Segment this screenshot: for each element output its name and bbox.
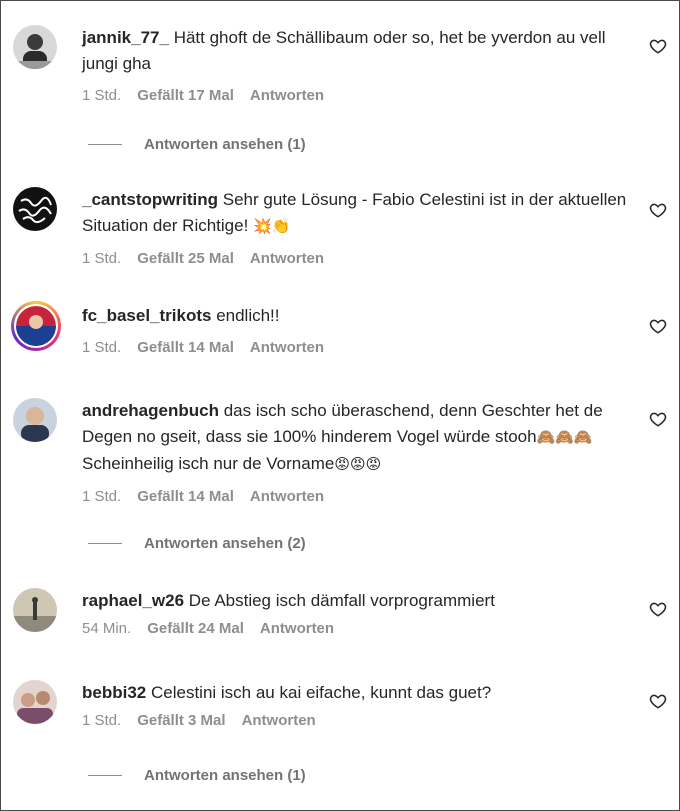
- reply-button[interactable]: Antworten: [250, 87, 324, 104]
- likes-count[interactable]: Gefällt 14 Mal: [137, 339, 234, 356]
- likes-count[interactable]: Gefällt 14 Mal: [137, 488, 234, 505]
- comment-body: Celestini isch au kai eifache, kunnt das…: [150, 683, 492, 702]
- reply-button[interactable]: Antworten: [260, 620, 334, 637]
- heart-outline-icon[interactable]: [649, 317, 667, 335]
- view-replies-label: Antworten ansehen (1): [144, 767, 306, 784]
- likes-count[interactable]: Gefällt 24 Mal: [147, 620, 244, 637]
- username-link[interactable]: fc_basel_trikots: [82, 306, 211, 325]
- timestamp[interactable]: 54 Min.: [82, 620, 131, 637]
- view-replies-button[interactable]: Antworten ansehen (2): [88, 535, 306, 552]
- reply-button[interactable]: Antworten: [250, 339, 324, 356]
- heart-outline-icon[interactable]: [649, 600, 667, 618]
- view-replies-label: Antworten ansehen (1): [144, 136, 306, 153]
- divider-line: [88, 775, 122, 776]
- username-link[interactable]: raphael_w26: [82, 591, 184, 610]
- reply-button[interactable]: Antworten: [250, 488, 324, 505]
- comment-text: _cantstopwriting Sehr gute Lösung - Fabi…: [82, 187, 627, 240]
- avatar[interactable]: [13, 187, 57, 231]
- timestamp[interactable]: 1 Std.: [82, 488, 121, 505]
- comments-panel: jannik_77_ Hätt ghoft de Schällibaum ode…: [0, 0, 680, 811]
- username-link[interactable]: jannik_77_: [82, 28, 169, 47]
- username-link[interactable]: _cantstopwriting: [82, 190, 218, 209]
- comment-body: Scheinheilig isch nur de Vorname: [82, 454, 335, 473]
- avatar-story-ring[interactable]: [11, 301, 61, 351]
- view-replies-button[interactable]: Antworten ansehen (1): [88, 767, 306, 784]
- username-link[interactable]: bebbi32: [82, 683, 146, 702]
- heart-outline-icon[interactable]: [649, 692, 667, 710]
- avatar[interactable]: [13, 398, 57, 442]
- timestamp[interactable]: 1 Std.: [82, 250, 121, 267]
- likes-count[interactable]: Gefällt 25 Mal: [137, 250, 234, 267]
- emoji-text: 💥👏: [253, 218, 291, 235]
- comment-text: bebbi32 Celestini isch au kai eifache, k…: [82, 680, 627, 706]
- divider-line: [88, 144, 122, 145]
- avatar[interactable]: [13, 25, 57, 69]
- reply-button[interactable]: Antworten: [250, 250, 324, 267]
- avatar[interactable]: [13, 680, 57, 724]
- comment-text: fc_basel_trikots endlich!!: [82, 303, 627, 329]
- emoji-text: 😡😡😡: [334, 456, 382, 473]
- view-replies-button[interactable]: Antworten ansehen (1): [88, 136, 306, 153]
- heart-outline-icon[interactable]: [649, 410, 667, 428]
- timestamp[interactable]: 1 Std.: [82, 87, 121, 104]
- view-replies-label: Antworten ansehen (2): [144, 535, 306, 552]
- username-link[interactable]: andrehagenbuch: [82, 401, 219, 420]
- timestamp[interactable]: 1 Std.: [82, 339, 121, 356]
- emoji-text: 🙈🙈🙈: [536, 429, 593, 446]
- comment-text: raphael_w26 De Abstieg isch dämfall vorp…: [82, 588, 627, 614]
- comment-text: andrehagenbuch das isch scho überaschend…: [82, 398, 627, 478]
- likes-count[interactable]: Gefällt 3 Mal: [137, 712, 225, 729]
- comment-body: endlich!!: [216, 306, 280, 325]
- comment-text: jannik_77_ Hätt ghoft de Schällibaum ode…: [82, 25, 627, 77]
- likes-count[interactable]: Gefällt 17 Mal: [137, 87, 234, 104]
- heart-outline-icon[interactable]: [649, 201, 667, 219]
- avatar[interactable]: [13, 588, 57, 632]
- heart-outline-icon[interactable]: [649, 37, 667, 55]
- reply-button[interactable]: Antworten: [242, 712, 316, 729]
- divider-line: [88, 543, 122, 544]
- timestamp[interactable]: 1 Std.: [82, 712, 121, 729]
- comment-body: De Abstieg isch dämfall vorprogrammiert: [188, 591, 495, 610]
